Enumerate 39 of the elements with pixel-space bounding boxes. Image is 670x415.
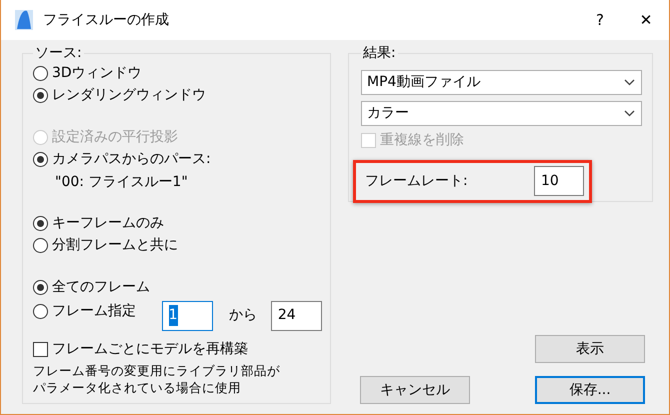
close-button[interactable]: ✕ xyxy=(623,0,669,40)
radio-label: フレーム指定 xyxy=(52,302,137,321)
radio-label: カメラパスからのパース: xyxy=(52,150,211,170)
radio-label: キーフレームのみ xyxy=(52,214,164,233)
cancel-button[interactable]: キャンセル xyxy=(360,376,470,404)
group-label: 結果: xyxy=(362,44,397,62)
show-button[interactable]: 表示 xyxy=(535,335,645,363)
input-field[interactable]: 24 xyxy=(270,300,322,330)
checkbox-label: 重複線を削除 xyxy=(380,130,464,150)
radio-button[interactable] xyxy=(33,216,48,231)
radio-button[interactable] xyxy=(33,88,48,104)
radio-label: レンダリングウィンドウ xyxy=(52,86,206,106)
radio-label: 全てのフレーム xyxy=(52,278,150,297)
radio-button[interactable] xyxy=(33,280,48,295)
radio-button[interactable] xyxy=(33,66,48,81)
dropdown[interactable]: カラー xyxy=(361,101,642,126)
radio-button[interactable] xyxy=(33,304,48,319)
save-button[interactable]: 保存... xyxy=(535,376,645,404)
input-field[interactable]: 1 xyxy=(162,300,213,330)
app-logo-icon xyxy=(15,10,33,30)
chevron-icon xyxy=(624,79,635,86)
radio-label: 3Dウィンドウ xyxy=(52,64,142,83)
range-separator: から xyxy=(228,306,257,325)
input-field[interactable]: 10 xyxy=(534,166,584,196)
radio-label: 設定済みの平行投影 xyxy=(52,128,178,147)
radio-label: 分割フレームと共に xyxy=(52,236,178,256)
field-label: フレームレート: xyxy=(365,172,468,190)
camera-path-text: "00: フライスルー1" xyxy=(55,172,188,192)
chevron-icon xyxy=(624,110,635,117)
group-label: ソース: xyxy=(34,44,83,62)
window-title: フライスルーの作成 xyxy=(43,10,169,30)
checkbox-label: フレームごとにモデルを再構築 xyxy=(52,340,248,360)
radio-button[interactable] xyxy=(33,152,48,168)
note-text: フレーム番号の変更用にライブラリ部品が xyxy=(33,362,280,379)
dropdown[interactable]: MP4動画ファイル xyxy=(361,70,642,95)
checkbox[interactable] xyxy=(33,342,48,358)
radio-button[interactable] xyxy=(33,238,48,254)
help-button[interactable]: ? xyxy=(577,0,623,40)
note-text: パラメータ化されている場合に使用 xyxy=(33,379,241,396)
